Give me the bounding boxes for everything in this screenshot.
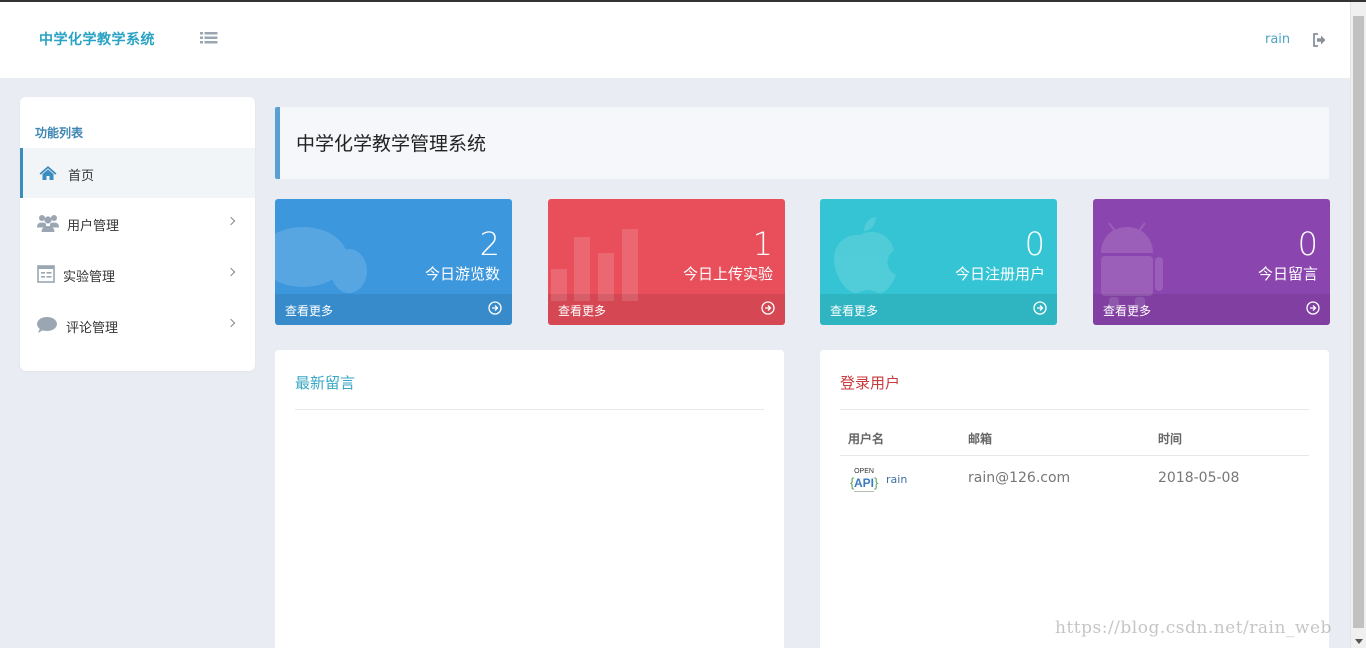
logged-in-users-panel: 登录用户 用户名 邮箱 时间 OPEN { API } rain rain@12… [820, 350, 1329, 648]
sidebar-item-label: 用户管理 [67, 219, 120, 234]
experiment-icon [36, 264, 56, 284]
bar-chart-icon [551, 229, 638, 301]
view-more-label: 查看更多 [830, 304, 879, 318]
svg-text:}: } [874, 475, 879, 490]
svg-text:API: API [854, 476, 874, 490]
view-more-link[interactable]: 查看更多 [1093, 294, 1330, 325]
sidebar-item-label: 评论管理 [66, 321, 119, 336]
stat-caption: 今日留言 [1257, 265, 1318, 283]
stat-caption: 今日游览数 [424, 265, 500, 283]
scrollbar-thumb[interactable] [1353, 16, 1364, 628]
arrow-circle-right-icon [761, 301, 775, 315]
stat-number: 0 [1024, 225, 1045, 263]
vertical-scrollbar[interactable] [1350, 2, 1366, 648]
avatar: OPEN { API } [848, 465, 880, 495]
watermark: https://blog.csdn.net/rain_web [1055, 618, 1332, 638]
login-time: 2018-05-08 [1158, 470, 1240, 486]
menu-toggle-icon[interactable] [199, 30, 219, 48]
chevron-right-icon [226, 267, 236, 277]
top-header: 中学化学教学系统 rain [0, 2, 1350, 78]
panel-title: 登录用户 [840, 374, 901, 392]
svg-text:OPEN: OPEN [854, 468, 874, 475]
view-more-label: 查看更多 [1103, 304, 1152, 318]
app-brand[interactable]: 中学化学教学系统 [39, 29, 155, 49]
stat-number: 0 [1297, 225, 1318, 263]
view-more-label: 查看更多 [558, 304, 607, 318]
divider [295, 409, 764, 410]
stat-tile-visits: 2 今日游览数 查看更多 [275, 199, 512, 325]
user-email: rain@126.com [968, 470, 1071, 486]
arrow-circle-right-icon [1306, 301, 1320, 315]
sidebar-item-comments[interactable]: 评论管理 [20, 300, 255, 350]
comment-icon [36, 315, 58, 335]
sidebar-item-users[interactable]: 用户管理 [20, 198, 255, 248]
stat-number: 1 [752, 225, 773, 263]
scroll-down-icon[interactable] [1355, 639, 1363, 644]
users-table: 用户名 邮箱 时间 OPEN { API } rain rain@126.com… [840, 424, 1309, 502]
sidebar-item-label: 首页 [68, 169, 95, 184]
view-more-link[interactable]: 查看更多 [275, 294, 512, 325]
sidebar-item-experiments[interactable]: 实验管理 [20, 249, 255, 299]
apple-icon [834, 217, 896, 293]
stat-caption: 今日上传实验 [682, 265, 773, 283]
user-name-link[interactable]: rain [886, 473, 907, 486]
table-row[interactable]: OPEN { API } rain rain@126.com 2018-05-0… [840, 456, 1309, 502]
stat-tile-uploads: 1 今日上传实验 查看更多 [548, 199, 785, 325]
column-header: 邮箱 [968, 432, 993, 446]
stat-tile-registrations: 0 今日注册用户 查看更多 [820, 199, 1057, 325]
stat-tile-messages: 0 今日留言 查看更多 [1093, 199, 1330, 325]
logout-icon[interactable] [1311, 32, 1327, 48]
sidebar: 功能列表 首页 用户管理 实验管理 评论管理 [20, 97, 255, 371]
arrow-circle-right-icon [488, 301, 502, 315]
sidebar-title: 功能列表 [35, 126, 84, 140]
stat-number: 2 [479, 225, 500, 263]
column-header: 用户名 [848, 432, 885, 446]
arrow-circle-right-icon [1033, 301, 1047, 315]
page-heading: 中学化学教学管理系统 [275, 107, 1329, 179]
divider [840, 409, 1309, 410]
sidebar-item-home[interactable]: 首页 [20, 148, 255, 198]
home-icon [38, 163, 58, 183]
sidebar-item-label: 实验管理 [63, 270, 116, 285]
users-icon [36, 213, 60, 233]
table-header: 用户名 邮箱 时间 [840, 424, 1309, 456]
page-title: 中学化学教学管理系统 [296, 133, 487, 155]
chat-icon [275, 227, 367, 293]
chevron-right-icon [226, 216, 236, 226]
chevron-right-icon [226, 318, 236, 328]
view-more-label: 查看更多 [285, 304, 334, 318]
view-more-link[interactable]: 查看更多 [548, 294, 785, 325]
panel-title: 最新留言 [295, 374, 356, 392]
latest-messages-panel: 最新留言 [275, 350, 784, 648]
current-user-name[interactable]: rain [1265, 32, 1290, 47]
view-more-link[interactable]: 查看更多 [820, 294, 1057, 325]
stat-caption: 今日注册用户 [954, 265, 1045, 283]
column-header: 时间 [1158, 432, 1183, 446]
